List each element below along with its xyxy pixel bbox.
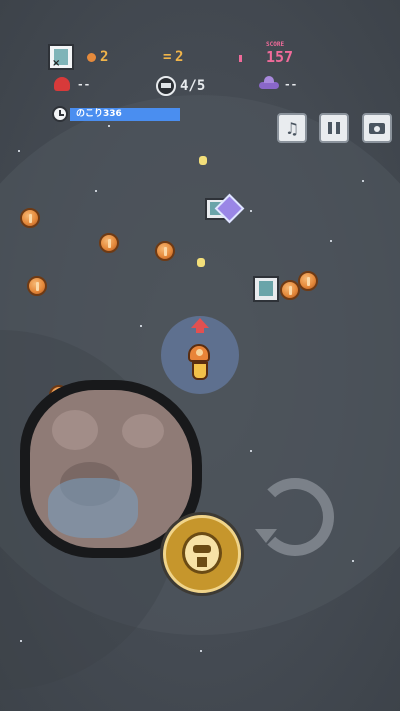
ufo-count: -- xyxy=(284,78,298,91)
star xyxy=(330,240,332,242)
coin[interactable] xyxy=(280,280,300,300)
game-stage[interactable]: × 2 = 2 SCORE 157 -- 4/5 -- のこり336 ♫ xyxy=(0,0,400,711)
star xyxy=(250,210,252,212)
pause-icon xyxy=(328,122,340,134)
crew-count: 4/5 xyxy=(180,78,206,94)
star xyxy=(108,125,110,127)
score-marker-icon xyxy=(239,55,242,62)
yellow-pickup xyxy=(197,258,205,267)
kill-counter-icon: = xyxy=(163,49,172,65)
yellow-pickup xyxy=(199,156,207,165)
pause-button[interactable] xyxy=(319,113,349,143)
coin[interactable] xyxy=(298,271,318,291)
jump-action-button[interactable] xyxy=(163,515,241,593)
star xyxy=(352,560,354,562)
crew-helmet-icon xyxy=(156,76,176,96)
coin-counter-value: 2 xyxy=(100,49,109,65)
coin-counter-icon xyxy=(87,53,96,62)
up-arrow-stem xyxy=(196,327,204,333)
time-remaining-bar: のこり336 xyxy=(70,108,180,121)
floating-item-card xyxy=(253,276,279,302)
rotate-arrow-icon xyxy=(255,529,277,543)
score-label: SCORE xyxy=(266,41,285,48)
coin[interactable] xyxy=(99,233,119,253)
star xyxy=(95,190,97,192)
star xyxy=(200,650,202,652)
ufo-icon xyxy=(259,76,279,89)
rotate-button[interactable] xyxy=(255,478,334,556)
red-enemy-icon xyxy=(54,77,70,91)
star xyxy=(20,640,22,642)
time-remaining-label: のこり336 xyxy=(76,109,122,119)
item-card-icon: × xyxy=(48,44,74,70)
astronaut-emblem-icon xyxy=(182,532,222,574)
music-button[interactable]: ♫ xyxy=(277,113,307,143)
coin[interactable] xyxy=(27,276,47,296)
player-astronaut[interactable] xyxy=(188,344,210,362)
kill-counter-value: 2 xyxy=(175,49,184,65)
camera-button[interactable] xyxy=(362,113,392,143)
music-note-icon: ♫ xyxy=(284,118,300,138)
red-enemy-count: -- xyxy=(77,78,91,91)
player-body xyxy=(192,362,208,380)
asteroid xyxy=(30,390,192,548)
score-value: 157 xyxy=(266,48,294,66)
coin[interactable] xyxy=(155,241,175,261)
star xyxy=(140,325,142,327)
coin[interactable] xyxy=(20,208,40,228)
star xyxy=(362,180,364,182)
clock-icon xyxy=(52,106,68,122)
star xyxy=(18,150,20,152)
camera-icon xyxy=(369,122,385,134)
star xyxy=(250,450,252,452)
